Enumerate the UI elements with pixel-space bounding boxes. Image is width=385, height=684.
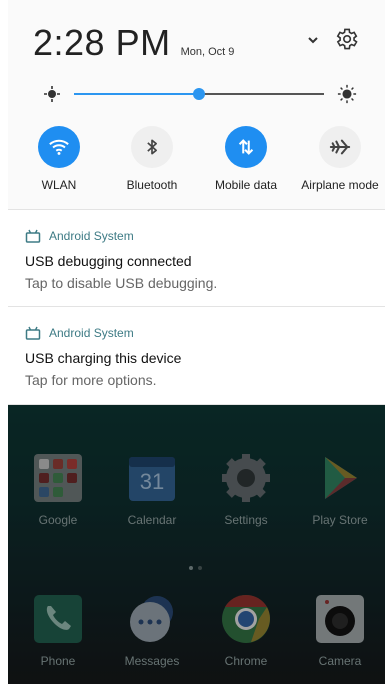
android-icon — [25, 229, 41, 243]
notification-body: Tap to disable USB debugging. — [25, 275, 218, 291]
tile-wlan-label: WLAN — [41, 178, 77, 192]
tile-airplane-mode[interactable]: Airplane mode — [295, 126, 385, 192]
date[interactable]: Mon, Oct 9 — [181, 46, 235, 58]
android-icon — [25, 326, 41, 340]
mobile-data-icon — [238, 139, 254, 155]
brightness-slider-thumb[interactable] — [193, 88, 205, 100]
notification-app-name: Android System — [49, 326, 134, 340]
clock[interactable]: 2:28 PM — [33, 22, 171, 64]
tile-bluetooth[interactable]: Bluetooth — [107, 126, 197, 192]
tile-bluetooth-circle — [131, 126, 173, 168]
notification-usb-charging[interactable]: Android System USB charging this device … — [8, 308, 385, 405]
bluetooth-icon — [147, 139, 157, 155]
brightness-slider[interactable] — [74, 88, 324, 100]
tile-mobile-data[interactable]: Mobile data — [201, 126, 291, 192]
brightness-high-icon — [337, 84, 357, 104]
brightness-low-icon — [44, 86, 60, 102]
brightness-control — [42, 84, 362, 104]
tile-wlan-circle — [38, 126, 80, 168]
home-screen-background: Google 31 Calendar Settings Play Store P… — [8, 405, 385, 684]
notification-body: Tap for more options. — [25, 372, 157, 388]
airplane-icon — [329, 139, 351, 155]
quick-tiles: WLAN Bluetooth Mobile data Airplane mode — [8, 126, 385, 206]
notification-header: Android System — [25, 326, 134, 340]
notification-app-name: Android System — [49, 229, 134, 243]
notification-title: USB charging this device — [25, 350, 182, 366]
notification-title: USB debugging connected — [25, 253, 192, 269]
expand-button[interactable] — [303, 30, 323, 50]
notification-header: Android System — [25, 229, 134, 243]
tile-mobile-data-circle — [225, 126, 267, 168]
chevron-down-icon — [308, 37, 318, 44]
notification-usb-debugging[interactable]: Android System USB debugging connected T… — [8, 211, 385, 307]
quick-settings-panel: 2:28 PM Mon, Oct 9 WLAN Bluetooth Mobile… — [8, 0, 385, 210]
gear-icon — [336, 28, 358, 50]
clock-row: 2:28 PM Mon, Oct 9 — [33, 22, 234, 64]
tile-airplane-circle — [319, 126, 361, 168]
tile-bluetooth-label: Bluetooth — [126, 178, 178, 192]
home-dim-overlay — [8, 405, 385, 684]
tile-wlan[interactable]: WLAN — [14, 126, 104, 192]
tile-mobile-data-label: Mobile data — [214, 178, 278, 192]
settings-button[interactable] — [333, 26, 359, 52]
brightness-slider-fill — [74, 93, 199, 95]
wifi-icon — [49, 139, 69, 155]
tile-airplane-label: Airplane mode — [301, 178, 379, 192]
